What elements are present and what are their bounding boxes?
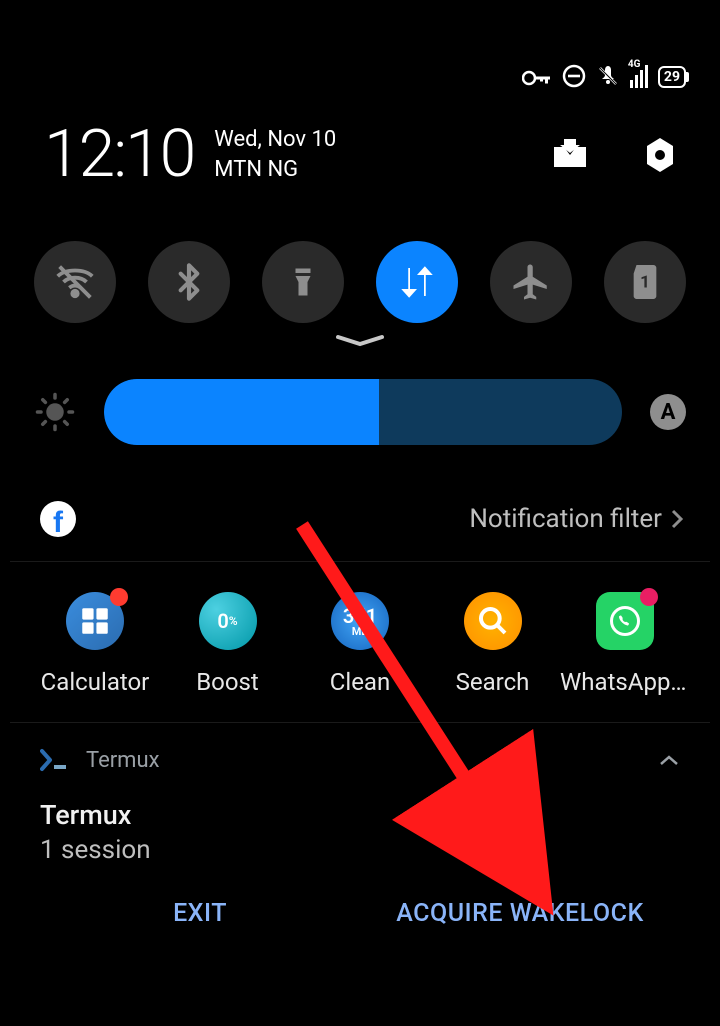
sim-icon: 1 <box>628 262 662 302</box>
termux-title: Termux <box>40 799 680 831</box>
brightness-icon <box>34 391 76 433</box>
badge-dot <box>640 588 658 606</box>
termux-notification[interactable]: Termux Termux 1 session EXIT ACQUIRE WAK… <box>10 723 710 948</box>
shortcut-calculator[interactable]: Calculator <box>30 592 160 696</box>
dnd-icon <box>562 64 586 88</box>
flashlight-icon <box>285 264 321 300</box>
terminal-icon <box>40 747 70 773</box>
airplane-icon <box>510 261 552 303</box>
termux-app-name: Termux <box>86 748 160 773</box>
brightness-row: A <box>34 379 686 445</box>
chevron-down-icon <box>332 333 388 349</box>
brightness-slider[interactable] <box>104 379 622 445</box>
search-icon <box>464 592 522 650</box>
chevron-right-icon <box>670 508 684 530</box>
shortcut-row: Calculator 0% Boost 351 MB Clean Search … <box>10 562 710 723</box>
bluetooth-toggle[interactable] <box>148 241 230 323</box>
expand-handle[interactable] <box>34 333 686 353</box>
shortcut-label: Boost <box>196 668 259 696</box>
wifi-off-icon <box>52 259 98 305</box>
mute-icon <box>596 64 620 88</box>
header: 12:10 Wed, Nov 10 MTN NG <box>0 88 720 213</box>
whatsapp-icon <box>596 592 654 650</box>
flashlight-toggle[interactable] <box>262 241 344 323</box>
notification-filter-label: Notification filter <box>469 504 662 534</box>
settings-gear-icon[interactable] <box>640 135 680 175</box>
auto-brightness-toggle[interactable]: A <box>650 394 686 430</box>
chevron-up-icon[interactable] <box>658 753 680 767</box>
shortcut-whatsapp[interactable]: WhatsApp M… <box>560 592 690 696</box>
shortcut-label: Clean <box>330 668 391 696</box>
shortcut-search[interactable]: Search <box>428 592 558 696</box>
exit-button[interactable]: EXIT <box>40 899 360 928</box>
status-bar: 4G 29 <box>0 0 720 88</box>
termux-header: Termux <box>40 747 680 773</box>
carrier-label: MTN NG <box>214 155 336 185</box>
quick-settings-panel: 1 A <box>10 213 710 467</box>
sim-toggle[interactable]: 1 <box>604 241 686 323</box>
shortcut-clean[interactable]: 351 MB Clean <box>295 592 425 696</box>
brightness-fill <box>104 379 379 445</box>
notification-filter-row[interactable]: f Notification filter <box>10 477 710 562</box>
vpn-key-icon <box>522 68 552 88</box>
boost-icon: 0% <box>199 592 257 650</box>
badge-dot <box>110 588 128 606</box>
facebook-icon: f <box>40 501 76 537</box>
svg-text:1: 1 <box>640 273 650 293</box>
wifi-toggle[interactable] <box>34 241 116 323</box>
qs-toggle-row: 1 <box>34 241 686 323</box>
calculator-icon <box>66 592 124 650</box>
airplane-toggle[interactable] <box>490 241 572 323</box>
signal-icon: 4G <box>630 64 648 88</box>
shortcut-label: Calculator <box>41 668 150 696</box>
date-label: Wed, Nov 10 <box>214 125 336 155</box>
acquire-wakelock-button[interactable]: ACQUIRE WAKELOCK <box>360 899 680 928</box>
data-arrows-icon <box>396 261 438 303</box>
shortcut-label: WhatsApp M… <box>560 668 690 696</box>
battery-percent: 29 <box>664 69 680 85</box>
shortcut-label: Search <box>456 668 530 696</box>
inbox-icon[interactable] <box>550 137 590 173</box>
bluetooth-icon <box>169 262 209 302</box>
clean-icon: 351 MB <box>331 592 389 650</box>
date-carrier: Wed, Nov 10 MTN NG <box>214 125 336 184</box>
mobile-data-toggle[interactable] <box>376 241 458 323</box>
clock-time: 12:10 <box>44 116 194 193</box>
battery-indicator: 29 <box>658 66 686 88</box>
shortcut-boost[interactable]: 0% Boost <box>163 592 293 696</box>
termux-subtitle: 1 session <box>40 835 680 865</box>
